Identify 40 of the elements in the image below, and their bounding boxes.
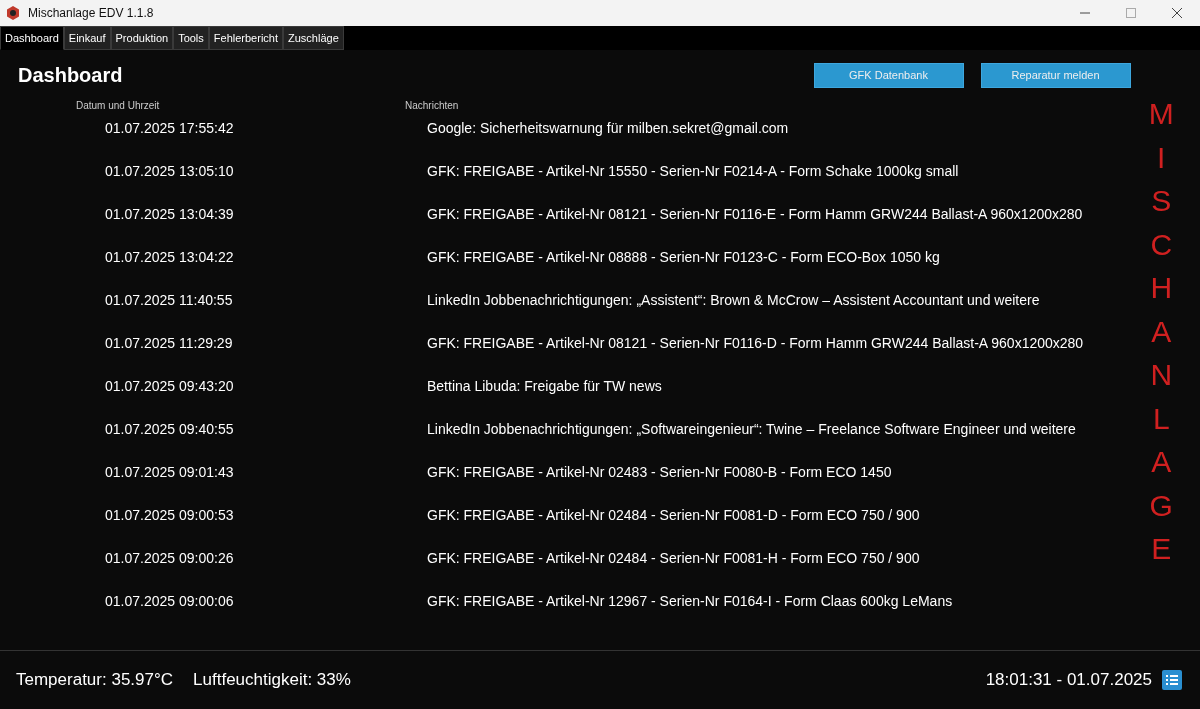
tab[interactable]: Produktion: [110, 26, 174, 50]
close-icon[interactable]: [1172, 8, 1182, 18]
humidity-text: Luftfeuchtigkeit: 33%: [193, 670, 351, 690]
date-cell-text: 01.07.2025 13:04:39: [104, 205, 235, 224]
tab[interactable]: Fehlerbericht: [208, 26, 283, 50]
message-cell-text: GFK: FREIGABE - Artikel-Nr 02483 - Serien-Nr F0080-B - Form ECO 1450: [427, 463, 893, 482]
date-cell-text: 01.07.2025 11:29:29: [104, 334, 234, 353]
message-cell-text: GFK: FREIGABE - Artikel-Nr 08121 - Serien-Nr F0116-D - Form Hamm GRW244 Ballast-A 960x1200x280: [427, 334, 1085, 353]
message-cell-text: LinkedIn Jobbenachrichtigungen: „Softwareingenieur“: Twine – Freelance Software Engineer und weitere: [427, 420, 1077, 439]
message-cell-text: GFK: FREIGABE - Artikel-Nr 08888 - Serien-Nr F0123-C - Form ECO-Box 1050 kg: [427, 248, 941, 267]
app-logo-icon: [6, 6, 20, 20]
column-header: Nachrichten: [405, 100, 460, 113]
message-cell-text: Bettina Libuda: Freigabe für TW news: [427, 377, 663, 396]
date-cell-text: 01.07.2025 09:00:06: [104, 592, 235, 611]
date-cell-text: 01.07.2025 09:43:20: [104, 377, 235, 396]
date-cell-text: 01.07.2025 09:40:55: [104, 420, 235, 439]
vertical-label: MISCHANLAGE: [1148, 96, 1174, 567]
message-cell-text: GFK: FREIGABE - Artikel-Nr 02484 - Serien-Nr F0081-H - Form ECO 750 / 900: [427, 549, 921, 568]
tab[interactable]: Einkauf: [63, 26, 111, 50]
message-cell-text: GFK: FREIGABE - Artikel-Nr 02484 - Serien-Nr F0081-D - Form ECO 750 / 900: [427, 506, 921, 525]
list-icon[interactable]: [1162, 670, 1182, 690]
tab[interactable]: Zuschläge: [283, 26, 344, 50]
date-cell-text: 01.07.2025 09:01:43: [104, 463, 235, 482]
message-cell-text: GFK: FREIGABE - Artikel-Nr 08121 - Serien-Nr F0116-E - Form Hamm GRW244 Ballast-A 960x1200x280: [427, 205, 1084, 224]
date-cell-text: 01.07.2025 09:00:26: [104, 549, 235, 568]
page-title: Dashboard: [18, 63, 123, 87]
date-cell-text: 01.07.2025 13:05:10: [104, 162, 235, 181]
date-cell-text: 01.07.2025 17:55:42: [104, 119, 235, 138]
tab[interactable]: Dashboard: [0, 26, 64, 50]
message-cell-text: LinkedIn Jobbenachrichtigungen: „Assistent“: Brown & McCrow – Assistent Accountant und weitere: [427, 291, 1041, 310]
date-cell-text: 01.07.2025 11:40:55: [104, 291, 234, 310]
window-title: Mischanlage EDV 1.1.8: [28, 6, 154, 20]
temperature-text: Temperatur: 35.97°C: [16, 670, 174, 690]
date-cell-text: 01.07.2025 09:00:53: [104, 506, 235, 525]
datetime-text: 18:01:31 - 01.07.2025: [985, 670, 1152, 690]
message-cell-text: GFK: FREIGABE - Artikel-Nr 12967 - Serien-Nr F0164-I - Form Claas 600kg LeMans: [427, 592, 954, 611]
date-cell-text: 01.07.2025 13:04:22: [104, 248, 235, 267]
message-cell-text: GFK: FREIGABE - Artikel-Nr 15550 - Serien-Nr F0214-A - Form Schake 1000kg small: [427, 162, 960, 181]
message-cell-text: Google: Sicherheitswarnung für milben.sekret@gmail.com: [427, 119, 790, 138]
tab[interactable]: Tools: [173, 26, 209, 50]
